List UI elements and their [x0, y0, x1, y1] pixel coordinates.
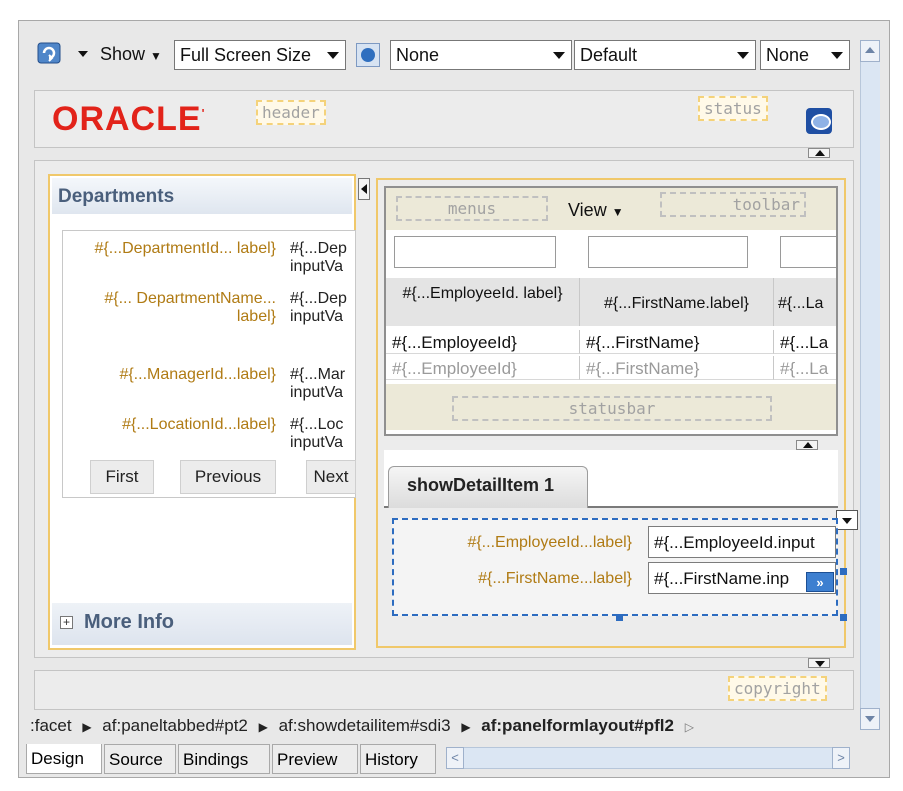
field-value: #{...Loc inputVa — [290, 416, 344, 451]
tab-bindings[interactable]: Bindings — [178, 744, 270, 774]
selection-handle[interactable] — [840, 614, 847, 621]
chevron-up-icon — [803, 442, 813, 448]
breadcrumb-item[interactable]: af:panelformlayout#pfl2 — [481, 716, 674, 735]
statusbar-facet: statusbar — [452, 396, 772, 421]
vertical-scrollbar[interactable] — [860, 40, 880, 730]
breadcrumb-item[interactable]: :facet — [30, 716, 72, 735]
tab-source[interactable]: Source — [104, 744, 176, 774]
chevron-right-icon: ▷ — [684, 720, 694, 734]
column-header[interactable]: #{...FirstName.label} — [580, 278, 774, 326]
field-label: #{...LocationId...label} — [122, 416, 276, 433]
menus-facet: menus — [396, 196, 548, 221]
expand-footer-button[interactable] — [808, 658, 830, 668]
oracle-logo-text: ORACLE — [52, 100, 202, 138]
view-menu-label: View — [568, 200, 607, 220]
copyright-facet: copyright — [728, 676, 827, 701]
field-label: #{...EmployeeId...label} — [467, 534, 632, 551]
breadcrumb: :facet ▶ af:paneltabbed#pt2 ▶ af:showdet… — [30, 716, 856, 744]
departments-header: Departments — [52, 178, 352, 214]
double-chevron-right-icon[interactable]: » — [806, 572, 834, 592]
chevron-up-icon — [815, 150, 825, 156]
field-label: #{...DepartmentId... label} — [94, 240, 276, 257]
filter-input[interactable] — [394, 236, 556, 268]
tab-history[interactable]: History — [360, 744, 436, 774]
next-button[interactable]: Next — [306, 460, 356, 494]
expand-plus-icon[interactable]: + — [60, 616, 73, 629]
status-indicator-icon — [806, 108, 832, 134]
column-header[interactable]: #{...EmployeeId. label} — [386, 278, 580, 326]
splitter-collapse-button[interactable] — [358, 178, 370, 200]
filter-input[interactable] — [780, 236, 836, 268]
tab-show-detail-item[interactable]: showDetailItem 1 — [388, 466, 588, 508]
collapse-table-button[interactable] — [796, 440, 818, 450]
refresh-dropdown-arrow[interactable] — [78, 51, 88, 57]
toolbar-facet: toolbar — [660, 192, 806, 217]
oracle-logo: ORACLE' — [52, 100, 206, 138]
field-value: #{...Dep inputVa — [290, 240, 347, 275]
field-label: #{...FirstName...label} — [478, 570, 632, 587]
chevron-right-icon: ▶ — [82, 720, 92, 734]
scroll-right-button[interactable]: > — [832, 747, 850, 769]
scroll-down-button[interactable] — [860, 708, 880, 730]
breadcrumb-item[interactable]: af:showdetailitem#sdi3 — [279, 716, 451, 735]
view-menu[interactable]: View ▼ — [568, 200, 624, 221]
chevron-right-icon: ▶ — [461, 720, 471, 734]
chevron-down-icon — [327, 52, 339, 59]
chevron-down-icon: ▼ — [611, 205, 624, 219]
collapse-header-button[interactable] — [808, 148, 830, 158]
table-cell[interactable]: #{...La — [774, 356, 836, 380]
show-menu[interactable]: Show ▼ — [100, 44, 162, 65]
tab-preview[interactable]: Preview — [272, 744, 358, 774]
chevron-down-icon — [815, 661, 825, 667]
field-value: #{...Mar inputVa — [290, 366, 346, 401]
selection-handle[interactable] — [616, 614, 623, 621]
scroll-left-button[interactable]: < — [446, 747, 464, 769]
show-label: Show — [100, 44, 146, 64]
skin-icon — [356, 43, 380, 67]
screen-size-value: Full Screen Size — [180, 45, 312, 65]
table-cell[interactable]: #{...EmployeeId} — [386, 330, 580, 354]
field-label: #{... DepartmentName... label} — [104, 290, 276, 325]
scroll-up-button[interactable] — [860, 40, 880, 62]
chevron-down-icon — [553, 52, 565, 59]
previous-button[interactable]: Previous — [180, 460, 276, 494]
table-cell[interactable]: #{...La — [774, 330, 836, 354]
table-cell[interactable]: #{...FirstName} — [580, 330, 774, 354]
field-value: #{...Dep inputVa — [290, 290, 347, 325]
employee-id-input[interactable]: #{...EmployeeId.input — [648, 526, 836, 558]
table-cell[interactable]: #{...FirstName} — [580, 356, 774, 380]
chevron-right-icon: ▶ — [258, 720, 268, 734]
chevron-down-icon — [831, 52, 843, 59]
first-button[interactable]: First — [90, 460, 154, 494]
breadcrumb-item[interactable]: af:paneltabbed#pt2 — [102, 716, 248, 735]
tab-design[interactable]: Design — [26, 744, 102, 774]
style-value: Default — [580, 45, 638, 65]
filter-input[interactable] — [588, 236, 748, 268]
field-label: #{...ManagerId...label} — [119, 366, 276, 383]
refresh-icon[interactable] — [36, 40, 66, 68]
column-header[interactable]: #{...La — [774, 278, 836, 326]
selection-handle[interactable] — [840, 568, 847, 575]
table-cell[interactable]: #{...EmployeeId} — [386, 356, 580, 380]
skin-select[interactable]: None — [390, 40, 572, 70]
accessibility-select[interactable]: None — [760, 40, 850, 70]
style-select[interactable]: Default — [574, 40, 756, 70]
horizontal-scrollbar[interactable] — [446, 747, 850, 769]
accessibility-value: None — [766, 45, 810, 65]
screen-size-select[interactable]: Full Screen Size — [174, 40, 346, 70]
more-info-section[interactable]: More Info — [52, 603, 352, 645]
chevron-down-icon: ▼ — [150, 49, 162, 63]
header-facet: header — [256, 100, 326, 125]
status-facet: status — [698, 96, 768, 121]
skin-value: None — [396, 45, 440, 65]
chevron-down-icon — [737, 52, 749, 59]
tab-dropdown-button[interactable] — [836, 510, 858, 530]
